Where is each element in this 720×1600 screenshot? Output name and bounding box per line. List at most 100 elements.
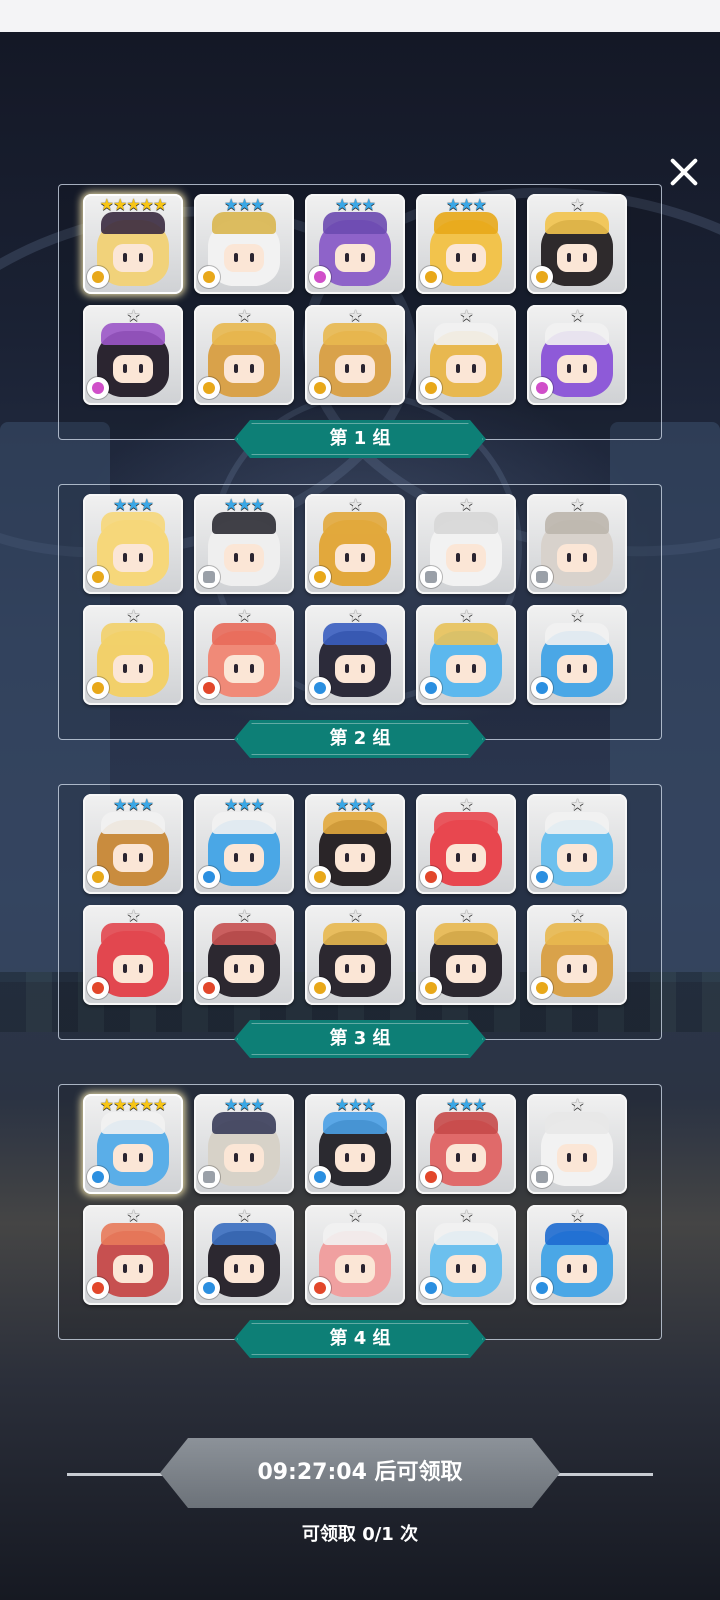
hero-card[interactable]: ★ [527, 605, 627, 705]
hero-face [224, 655, 264, 683]
element-icon [531, 1166, 553, 1188]
hero-card[interactable]: ★★★ [194, 794, 294, 894]
hero-card[interactable]: ★ [416, 794, 516, 894]
hero-card[interactable]: ★★★ [416, 1094, 516, 1194]
element-icon [531, 377, 553, 399]
hero-card[interactable]: ★ [305, 305, 405, 405]
element-icon [87, 566, 109, 588]
hero-card[interactable]: ★ [83, 305, 183, 405]
hero-face [113, 1255, 153, 1283]
star-rating: ★★★ [334, 795, 376, 814]
hero-card[interactable]: ★ [416, 605, 516, 705]
hero-card[interactable]: ★ [527, 494, 627, 594]
hero-headwear [545, 512, 609, 534]
element-icon [309, 266, 331, 288]
star-rating: ★ [570, 306, 584, 325]
hero-card[interactable]: ★★★ [83, 494, 183, 594]
element-icon [198, 677, 220, 699]
hero-headwear [434, 1223, 498, 1245]
hero-face [113, 244, 153, 272]
element-icon [309, 566, 331, 588]
hero-group-4: ★★★★★ ★★★ ★★★ ★★★ ★ ★ ★ ★ ★ ★ 第 4 组 [58, 1084, 662, 1358]
element-icon [531, 866, 553, 888]
hero-card[interactable]: ★ [527, 1094, 627, 1194]
element-icon [198, 377, 220, 399]
hero-face [335, 244, 375, 272]
hero-face [224, 844, 264, 872]
hero-headwear [212, 512, 276, 534]
hero-card[interactable]: ★★★★★ [83, 1094, 183, 1194]
star-rating: ★ [348, 606, 362, 625]
element-icon [531, 1277, 553, 1299]
hero-face [113, 844, 153, 872]
hero-card[interactable]: ★ [416, 905, 516, 1005]
hero-face [446, 355, 486, 383]
hero-face [557, 655, 597, 683]
hero-card[interactable]: ★★★ [305, 194, 405, 294]
hero-card[interactable]: ★ [83, 1205, 183, 1305]
element-icon [87, 677, 109, 699]
hero-headwear [434, 623, 498, 645]
hero-card[interactable]: ★★★ [194, 494, 294, 594]
hero-card[interactable]: ★ [416, 1205, 516, 1305]
group-label-text: 第 4 组 [329, 1328, 391, 1349]
hero-card[interactable]: ★ [416, 494, 516, 594]
claim-count: 可领取 0/1 次 [301, 1524, 419, 1545]
hero-face [335, 544, 375, 572]
hero-card[interactable]: ★★★ [305, 794, 405, 894]
hero-group-1: ★★★★★ ★★★ ★★★ ★★★ ★ ★ ★ ★ ★ ★ 第 1 组 [58, 184, 662, 458]
hero-card[interactable]: ★ [194, 605, 294, 705]
status-bar [0, 0, 720, 32]
hero-face [446, 544, 486, 572]
star-rating: ★ [459, 795, 473, 814]
hero-card[interactable]: ★ [527, 905, 627, 1005]
element-icon [198, 866, 220, 888]
hero-card[interactable]: ★ [194, 305, 294, 405]
hero-card[interactable]: ★★★ [194, 194, 294, 294]
hero-card[interactable]: ★ [305, 605, 405, 705]
hero-card[interactable]: ★ [527, 794, 627, 894]
group-label-text: 第 1 组 [329, 428, 391, 449]
hero-face [224, 955, 264, 983]
hero-card[interactable]: ★ [305, 1205, 405, 1305]
star-rating: ★ [126, 1206, 140, 1225]
hero-headwear [212, 323, 276, 345]
hero-card[interactable]: ★ [527, 194, 627, 294]
hero-headwear [434, 1112, 498, 1134]
star-rating: ★ [126, 306, 140, 325]
hero-card[interactable]: ★ [83, 905, 183, 1005]
hero-card[interactable]: ★ [305, 905, 405, 1005]
hero-card[interactable]: ★ [194, 905, 294, 1005]
hero-card[interactable]: ★ [83, 605, 183, 705]
hero-card[interactable]: ★★★★★ [83, 194, 183, 294]
claim-button[interactable]: 09:27:04 后可领取 [160, 1438, 560, 1508]
hero-face [446, 1255, 486, 1283]
hero-card[interactable]: ★★★ [305, 1094, 405, 1194]
hero-card[interactable]: ★ [527, 305, 627, 405]
hero-card[interactable]: ★ [194, 1205, 294, 1305]
hero-face [557, 544, 597, 572]
hero-face [113, 544, 153, 572]
star-rating: ★★★ [223, 195, 265, 214]
hero-card[interactable]: ★ [416, 305, 516, 405]
close-button[interactable] [662, 150, 706, 194]
hero-face [335, 355, 375, 383]
hero-group-3: ★★★ ★★★ ★★★ ★ ★ ★ ★ ★ ★ ★ 第 3 组 [58, 784, 662, 1058]
hero-face [446, 655, 486, 683]
element-icon [198, 1277, 220, 1299]
group-label: 第 2 组 [234, 720, 486, 758]
hero-card[interactable]: ★ [305, 494, 405, 594]
hero-face [335, 955, 375, 983]
hero-headwear [434, 923, 498, 945]
hero-face [335, 1255, 375, 1283]
hero-card[interactable]: ★ [527, 1205, 627, 1305]
hero-card[interactable]: ★★★ [194, 1094, 294, 1194]
hero-headwear [545, 923, 609, 945]
hero-card[interactable]: ★★★ [83, 794, 183, 894]
hero-headwear [545, 212, 609, 234]
group-label: 第 1 组 [234, 420, 486, 458]
hero-headwear [323, 623, 387, 645]
hero-face [557, 955, 597, 983]
star-rating: ★★★ [223, 495, 265, 514]
hero-card[interactable]: ★★★ [416, 194, 516, 294]
